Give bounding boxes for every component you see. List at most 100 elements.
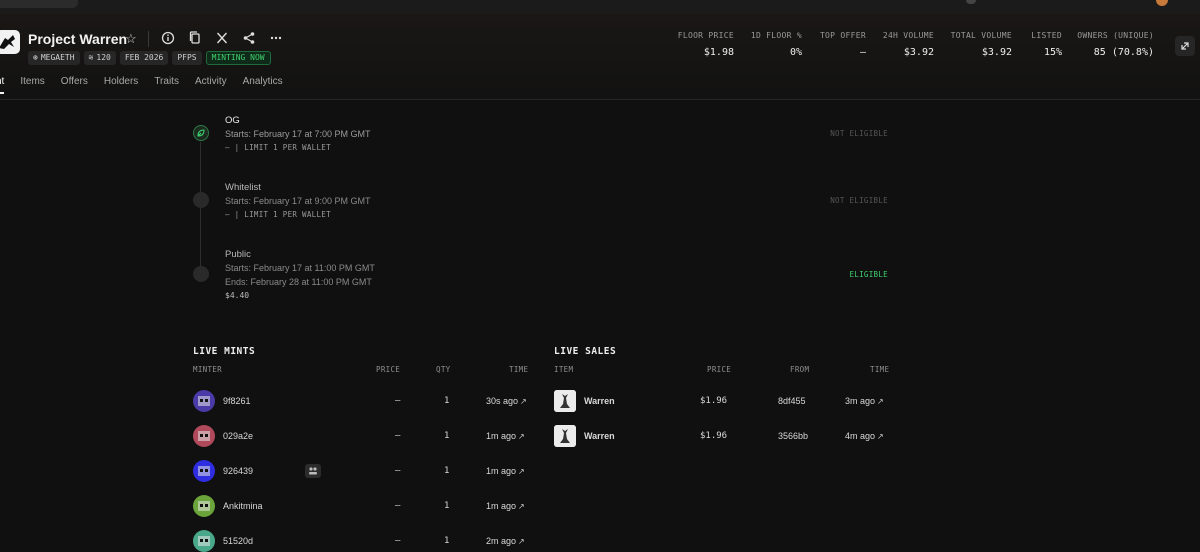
minter-avatar[interactable] [193, 390, 215, 412]
category-tag[interactable]: PFPS [172, 51, 202, 65]
stat-24h-volume: 24H VOLUME $3.92 [874, 31, 934, 58]
tab-analytics[interactable]: Analytics [243, 76, 283, 94]
mint-time-link[interactable]: 2m ago ↗ [486, 536, 525, 546]
sale-from-address[interactable]: 3566bb [778, 431, 808, 441]
minter-name[interactable]: Ankitmina [223, 501, 263, 511]
sale-item-name[interactable]: Warren [584, 431, 615, 441]
stat-value: – [859, 47, 866, 58]
stat-1d-floor: 1D FLOOR % 0% [742, 31, 802, 58]
mint-time-link[interactable]: 1m ago ↗ [486, 501, 525, 511]
mint-time: 1m ago [486, 501, 517, 511]
supply-tag: ≋ 120 [83, 51, 116, 65]
tab-traits[interactable]: Traits [154, 76, 179, 94]
mint-time-link[interactable]: 1m ago ↗ [486, 466, 525, 476]
collection-tabs: nt Items Offers Holders Traits Activity … [0, 76, 299, 94]
mint-qty: 1 [444, 466, 450, 476]
tab-mint[interactable]: nt [0, 76, 5, 94]
collection-logo [0, 30, 20, 54]
expand-icon[interactable] [1175, 36, 1195, 56]
mint-time-link[interactable]: 1m ago ↗ [486, 431, 525, 441]
stat-label: 1D FLOOR % [750, 31, 802, 40]
stage-eligibility-whitelist: NOT ELIGIBLE [830, 196, 888, 205]
collection-header: Project Warren ☆ ⊛ MEGAETH ≋ 120 FEB 202… [0, 14, 1200, 100]
supply-tag-label: 120 [96, 53, 111, 62]
tab-offers[interactable]: Offers [61, 76, 88, 94]
mint-time: 2m ago [486, 536, 517, 546]
profile-avatar[interactable] [1156, 0, 1168, 6]
mint-price: – [395, 466, 401, 476]
chain-tag-label: MEGAETH [40, 53, 75, 62]
mint-price: – [395, 536, 401, 546]
share-icon[interactable] [241, 30, 257, 46]
chain-tag[interactable]: ⊛ MEGAETH [28, 51, 80, 65]
minter-avatar[interactable] [193, 425, 215, 447]
stage-start-whitelist: Starts: February 17 at 9:00 PM GMT [225, 196, 371, 206]
mint-time-link[interactable]: 30s ago ↗ [486, 396, 527, 406]
sale-price: $1.96 [700, 431, 728, 441]
mint-qty: 1 [444, 536, 450, 546]
active-stage-icon [193, 125, 209, 141]
stat-value: 0% [789, 47, 802, 58]
favorite-star-icon[interactable]: ☆ [125, 31, 137, 47]
mint-time: 1m ago [486, 431, 517, 441]
stat-label: OWNERS (UNIQUE) [1077, 31, 1154, 40]
stat-value: 85 (70.8%) [1093, 47, 1154, 58]
top-icon-fragment[interactable] [966, 0, 976, 4]
collection-tags: ⊛ MEGAETH ≋ 120 FEB 2026 PFPS MINTING NO… [28, 51, 271, 65]
stat-label: FLOOR PRICE [677, 31, 734, 40]
browser-top-strip [0, 0, 1200, 14]
tab-items[interactable]: Items [20, 76, 44, 94]
tab-holders[interactable]: Holders [104, 76, 138, 94]
mint-qty: 1 [444, 396, 450, 406]
tab-activity[interactable]: Activity [195, 76, 227, 94]
stage-eligibility-public: ELIGIBLE [849, 270, 888, 279]
minter-name[interactable]: 9f8261 [223, 396, 251, 406]
stage-start-og: Starts: February 17 at 7:00 PM GMT [225, 129, 371, 139]
external-link-icon: ↗ [518, 432, 525, 441]
stat-value: $3.92 [981, 47, 1012, 58]
external-link-icon: ↗ [518, 502, 525, 511]
minter-avatar[interactable] [193, 460, 215, 482]
stage-marker [193, 266, 209, 282]
stat-top-offer: TOP OFFER – [810, 31, 866, 58]
col-minter: MINTER [193, 365, 222, 374]
minter-name[interactable]: 51520d [223, 536, 253, 546]
stage-price-public: $4.40 [225, 291, 250, 300]
item-thumbnail[interactable] [554, 390, 576, 412]
user-badge-icon [305, 464, 321, 478]
minter-avatar[interactable] [193, 495, 215, 517]
stage-eligibility-og: NOT ELIGIBLE [830, 129, 888, 138]
external-link-icon: ↗ [518, 537, 525, 546]
stat-listed: LISTED 15% [1022, 31, 1062, 58]
x-twitter-icon[interactable] [214, 30, 230, 46]
sale-price: $1.96 [700, 396, 728, 406]
top-search-fragment[interactable] [0, 0, 78, 8]
minter-avatar[interactable] [193, 530, 215, 552]
stage-marker [193, 192, 209, 208]
col-item: ITEM [554, 365, 574, 374]
sale-time-link[interactable]: 3m ago ↗ [845, 396, 884, 406]
sale-from-address[interactable]: 8df455 [778, 396, 806, 406]
mint-time: 30s ago [486, 396, 519, 406]
date-tag: FEB 2026 [119, 51, 169, 65]
col-price: PRICE [707, 365, 732, 374]
more-options-icon[interactable] [268, 30, 284, 46]
divider [148, 31, 149, 47]
minter-name[interactable]: 926439 [223, 466, 253, 476]
copy-icon[interactable] [187, 30, 203, 46]
stat-value: $1.98 [703, 47, 734, 58]
external-link-icon: ↗ [877, 432, 884, 441]
collection-title: Project Warren [28, 31, 128, 47]
external-link-icon: ↗ [518, 467, 525, 476]
minting-now-badge[interactable]: MINTING NOW [205, 51, 271, 65]
sale-time-link[interactable]: 4m ago ↗ [845, 431, 884, 441]
stage-name-public: Public [225, 249, 251, 260]
live-sales-title: LIVE SALES [554, 346, 617, 357]
stat-floor-price: FLOOR PRICE $1.98 [672, 31, 734, 58]
sale-item-name[interactable]: Warren [584, 396, 615, 406]
info-icon[interactable] [160, 30, 176, 46]
minter-name[interactable]: 029a2e [223, 431, 253, 441]
external-link-icon: ↗ [520, 397, 527, 406]
stage-limit-og: – | LIMIT 1 PER WALLET [225, 143, 331, 152]
item-thumbnail[interactable] [554, 425, 576, 447]
